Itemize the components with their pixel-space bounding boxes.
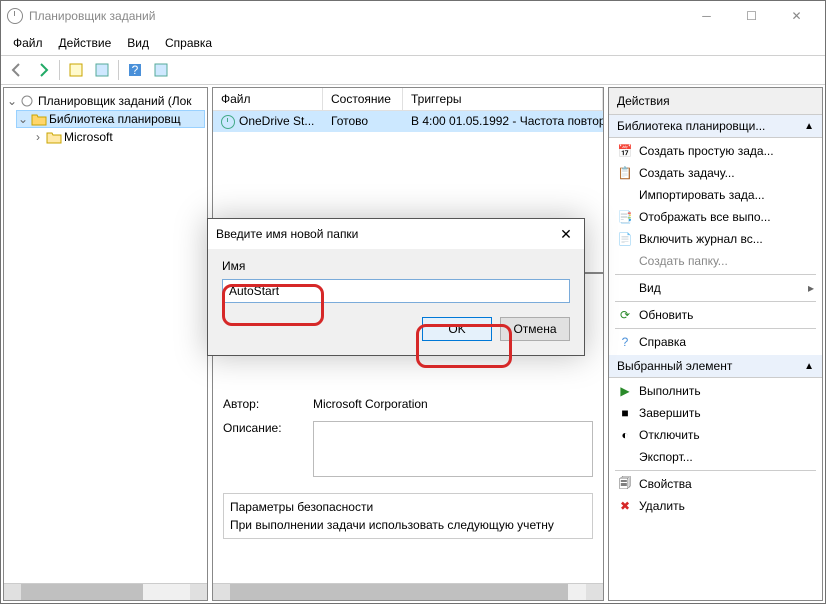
task-icon (221, 115, 235, 129)
tree-library[interactable]: ⌄ Библиотека планировщ (16, 110, 205, 128)
toolbar-icon-1[interactable] (64, 58, 88, 82)
tree-panel: ⌄ Планировщик заданий (Лок ⌄ Библиотека … (3, 87, 208, 601)
clock-app-icon (7, 8, 23, 24)
action-run[interactable]: ▶Выполнить (609, 380, 822, 402)
collapse-icon: ▲ (804, 121, 814, 132)
window-title: Планировщик заданий (29, 9, 684, 23)
action-show-all[interactable]: 📑Отображать все выпо... (609, 206, 822, 228)
description-label: Описание: (223, 421, 303, 477)
col-state[interactable]: Состояние (323, 88, 403, 110)
titlebar: Планировщик заданий ─ ☐ ✕ (1, 1, 825, 31)
export-icon (617, 449, 633, 465)
tree-root[interactable]: ⌄ Планировщик заданий (Лок (6, 92, 205, 110)
action-refresh[interactable]: ⟳Обновить (609, 304, 822, 326)
action-delete[interactable]: ✖Удалить (609, 495, 822, 517)
dialog-title: Введите имя новой папки (216, 227, 556, 241)
actions-section-selected[interactable]: Выбранный элемент ▲ (609, 355, 822, 378)
action-help[interactable]: ?Справка (609, 331, 822, 353)
log-icon: 📄 (617, 231, 633, 247)
clock-icon (20, 94, 36, 108)
import-icon (617, 187, 633, 203)
menubar: Файл Действие Вид Справка (1, 31, 825, 55)
action-create-simple[interactable]: 📅Создать простую зада... (609, 140, 822, 162)
close-button[interactable]: ✕ (774, 2, 819, 30)
expander-icon[interactable]: ⌄ (6, 94, 18, 108)
dialog-close-button[interactable]: ✕ (556, 226, 576, 243)
security-fieldset: Параметры безопасности При выполнении за… (223, 493, 593, 539)
help-icon: ? (617, 334, 633, 350)
help-icon[interactable]: ? (123, 58, 147, 82)
folder-name-input[interactable] (222, 279, 570, 303)
disable-icon: ◐ (617, 427, 633, 443)
author-label: Автор: (223, 397, 303, 411)
menu-view[interactable]: Вид (119, 34, 157, 52)
view-icon (617, 280, 633, 296)
action-properties[interactable]: 🗐Свойства (609, 473, 822, 495)
toolbar-icon-3[interactable] (149, 58, 173, 82)
minimize-button[interactable]: ─ (684, 2, 729, 30)
forward-button[interactable] (31, 58, 55, 82)
dialog-titlebar: Введите имя новой папки ✕ (208, 219, 584, 249)
actions-header: Действия (609, 88, 822, 115)
folder-icon (46, 130, 62, 144)
name-label: Имя (222, 259, 570, 273)
menu-file[interactable]: Файл (5, 34, 51, 52)
expander-icon[interactable]: › (32, 130, 44, 144)
action-create-folder: Создать папку... (609, 250, 822, 272)
refresh-icon: ⟳ (617, 307, 633, 323)
properties-icon: 🗐 (617, 476, 633, 492)
stop-icon: ■ (617, 405, 633, 421)
play-icon: ▶ (617, 383, 633, 399)
toolbar-icon-2[interactable] (90, 58, 114, 82)
toolbar: ? (1, 55, 825, 85)
delete-icon: ✖ (617, 498, 633, 514)
action-view[interactable]: Вид▸ (609, 277, 822, 299)
folder-icon (617, 253, 633, 269)
tree-microsoft[interactable]: › Microsoft (32, 128, 205, 146)
wizard-icon: 📅 (617, 143, 633, 159)
maximize-button[interactable]: ☐ (729, 2, 774, 30)
action-disable[interactable]: ◐Отключить (609, 424, 822, 446)
menu-help[interactable]: Справка (157, 34, 220, 52)
list-icon: 📑 (617, 209, 633, 225)
col-triggers[interactable]: Триггеры (403, 88, 603, 110)
action-import[interactable]: Импортировать зада... (609, 184, 822, 206)
back-button[interactable] (5, 58, 29, 82)
new-folder-dialog: Введите имя новой папки ✕ Имя OK Отмена (207, 218, 585, 356)
mid-scrollbar[interactable] (213, 583, 603, 600)
author-value: Microsoft Corporation (313, 397, 428, 411)
action-enable-log[interactable]: 📄Включить журнал вс... (609, 228, 822, 250)
action-export[interactable]: Экспорт... (609, 446, 822, 468)
action-create-task[interactable]: 📋Создать задачу... (609, 162, 822, 184)
action-end[interactable]: ■Завершить (609, 402, 822, 424)
security-legend: Параметры безопасности (230, 500, 586, 514)
collapse-icon: ▲ (804, 361, 814, 372)
task-icon: 📋 (617, 165, 633, 181)
menu-action[interactable]: Действие (51, 34, 120, 52)
tree-scrollbar[interactable] (4, 583, 207, 600)
folder-icon (31, 112, 47, 126)
security-row: При выполнении задачи использовать следу… (230, 518, 586, 532)
actions-section-library[interactable]: Библиотека планировщи... ▲ (609, 115, 822, 138)
col-file[interactable]: Файл (213, 88, 323, 110)
description-textarea[interactable] (313, 421, 593, 477)
table-row[interactable]: OneDrive St... Готово В 4:00 01.05.1992 … (213, 111, 603, 132)
ok-button[interactable]: OK (422, 317, 492, 341)
actions-panel: Действия Библиотека планировщи... ▲ 📅Соз… (608, 87, 823, 601)
expander-icon[interactable]: ⌄ (17, 112, 29, 126)
chevron-right-icon: ▸ (808, 281, 814, 295)
cancel-button[interactable]: Отмена (500, 317, 570, 341)
svg-text:?: ? (132, 63, 139, 77)
